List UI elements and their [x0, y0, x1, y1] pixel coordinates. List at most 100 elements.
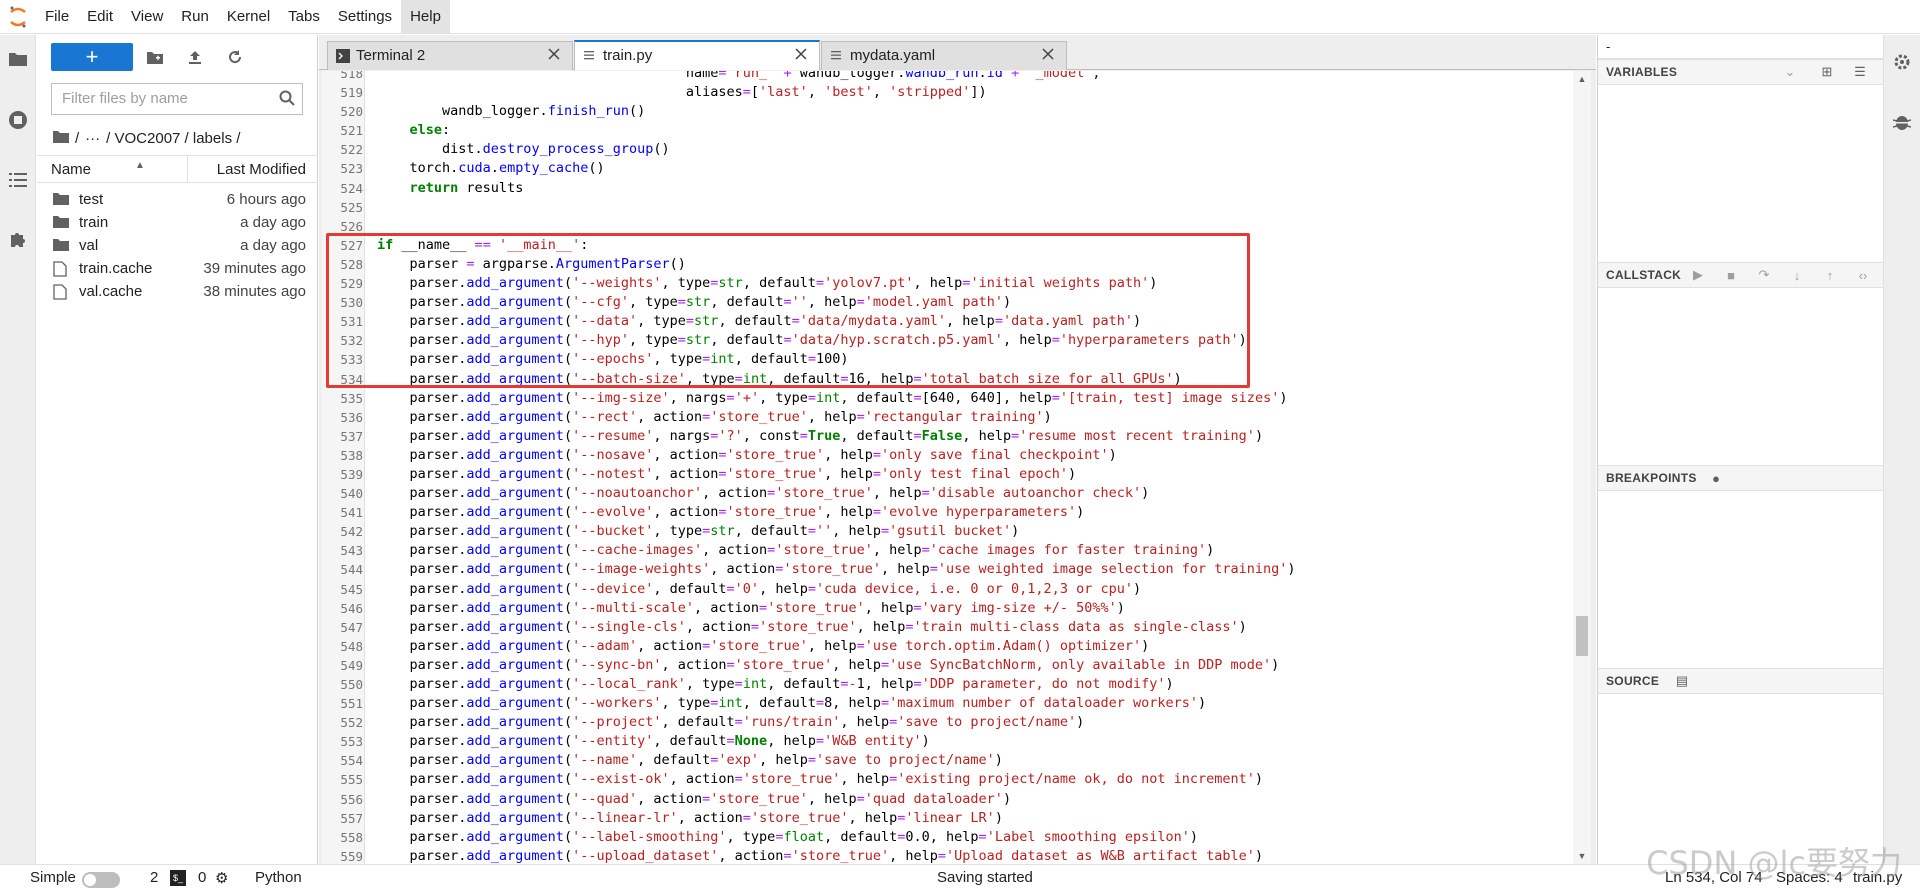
menu-help[interactable]: Help [401, 0, 450, 34]
extensions-icon[interactable] [6, 228, 30, 252]
code-line[interactable]: 544 parser.add_argument('--image-weights… [322, 560, 1572, 579]
code-line[interactable]: 552 parser.add_argument('--project', def… [322, 713, 1572, 732]
code-line[interactable]: 551 parser.add_argument('--workers', typ… [322, 694, 1572, 713]
code-line[interactable]: 543 parser.add_argument('--cache-images'… [322, 541, 1572, 560]
code-line[interactable]: 559 parser.add_argument('--upload_datase… [322, 847, 1572, 864]
code-line[interactable]: 554 parser.add_argument('--name', defaul… [322, 751, 1572, 770]
breakpoints-header[interactable]: BREAKPOINTS ● [1598, 465, 1883, 491]
code-line[interactable]: 520 wandb_logger.finish_run() [322, 102, 1572, 121]
chevron-down-icon[interactable]: ⌄ [1782, 64, 1798, 80]
code-line[interactable]: 549 parser.add_argument('--sync-bn', act… [322, 656, 1572, 675]
code-line[interactable]: 525 [322, 198, 1572, 217]
refresh-icon[interactable] [225, 47, 245, 67]
breadcrumb-ellipsis[interactable]: ··· [85, 130, 100, 147]
variables-header[interactable]: VARIABLES ⌄ ⊞ ☰ [1598, 59, 1883, 85]
tab-mydata-yaml[interactable]: mydata.yaml [821, 41, 1067, 70]
code-line[interactable]: 521 else: [322, 121, 1572, 140]
code-line[interactable]: 558 parser.add_argument('--label-smoothi… [322, 828, 1572, 847]
close-icon[interactable] [548, 47, 562, 61]
file-modified: a day ago [240, 214, 306, 231]
file-filter-input[interactable]: Filter files by name [51, 83, 303, 115]
code-line[interactable]: 536 parser.add_argument('--rect', action… [322, 408, 1572, 427]
status-message: Saving started [937, 869, 1033, 886]
property-inspector-icon[interactable] [1890, 50, 1914, 74]
debugger-bug-icon[interactable] [1890, 110, 1914, 134]
code-line[interactable]: 557 parser.add_argument('--linear-lr', a… [322, 809, 1572, 828]
code-line[interactable]: 538 parser.add_argument('--nosave', acti… [322, 446, 1572, 465]
code-line[interactable]: 545 parser.add_argument('--device', defa… [322, 580, 1572, 599]
code-line[interactable]: 547 parser.add_argument('--single-cls', … [322, 618, 1572, 637]
menu-file[interactable]: File [36, 0, 78, 34]
home-folder-icon[interactable] [53, 130, 69, 147]
open-source-icon[interactable]: ▤ [1674, 673, 1690, 689]
evaluate-code-icon[interactable]: ‹› [1855, 267, 1871, 283]
menu-tabs[interactable]: Tabs [279, 0, 329, 34]
code-line[interactable]: 542 parser.add_argument('--bucket', type… [322, 522, 1572, 541]
code-line[interactable]: 539 parser.add_argument('--notest', acti… [322, 465, 1572, 484]
breadcrumb-root[interactable]: / [75, 130, 79, 147]
code-line[interactable]: 518 name='run_' + wandb_logger.wandb_run… [322, 71, 1572, 83]
code-line[interactable]: 537 parser.add_argument('--resume', narg… [322, 427, 1572, 446]
scroll-thumb[interactable] [1576, 616, 1588, 656]
code-line[interactable]: 541 parser.add_argument('--evolve', acti… [322, 503, 1572, 522]
new-launcher-button[interactable]: + [51, 43, 133, 71]
new-folder-icon[interactable] [145, 47, 165, 67]
step-out-icon[interactable]: ↑ [1822, 267, 1838, 283]
toggle-knob [84, 874, 96, 886]
code-line[interactable]: 553 parser.add_argument('--entity', defa… [322, 732, 1572, 751]
simple-mode-toggle[interactable] [82, 872, 120, 888]
code-line[interactable]: 550 parser.add_argument('--local_rank', … [322, 675, 1572, 694]
jupyter-logo-icon[interactable] [0, 0, 36, 34]
step-in-icon[interactable]: ↓ [1789, 267, 1805, 283]
code-line[interactable]: 548 parser.add_argument('--adam', action… [322, 637, 1572, 656]
column-divider[interactable] [187, 156, 188, 183]
callstack-title: CALLSTACK [1606, 268, 1682, 282]
column-name[interactable]: Name [51, 161, 91, 178]
menu-view[interactable]: View [122, 0, 172, 34]
close-icon[interactable] [795, 47, 809, 61]
tree-view-icon[interactable]: ⊞ [1819, 64, 1835, 80]
step-over-icon[interactable]: ↷ [1756, 267, 1772, 283]
left-sidebar-tabs [0, 35, 36, 864]
table-of-contents-icon[interactable] [6, 168, 30, 192]
file-name: train.cache [79, 260, 153, 277]
code-line[interactable]: 556 parser.add_argument('--quad', action… [322, 790, 1572, 809]
running-kernels-icon[interactable] [6, 108, 30, 132]
code-line[interactable]: 535 parser.add_argument('--img-size', na… [322, 389, 1572, 408]
menu-edit[interactable]: Edit [78, 0, 122, 34]
code-line[interactable]: 522 dist.destroy_process_group() [322, 140, 1572, 159]
code-line[interactable]: 523 torch.cuda.empty_cache() [322, 159, 1572, 178]
code-line[interactable]: 524 return results [322, 179, 1572, 198]
menu-settings[interactable]: Settings [329, 0, 401, 34]
scroll-up-icon[interactable]: ▲ [1577, 74, 1587, 84]
table-view-icon[interactable]: ☰ [1852, 64, 1868, 80]
vertical-scrollbar[interactable]: ▲ ▼ [1573, 71, 1591, 864]
tab-train-py[interactable]: train.py [574, 40, 820, 70]
continue-icon[interactable]: ▶ [1690, 267, 1706, 283]
kernel-count[interactable]: 0 [198, 869, 206, 886]
code-line[interactable]: 555 parser.add_argument('--exist-ok', ac… [322, 770, 1572, 789]
line-number: 544 [340, 562, 363, 578]
language-label[interactable]: Python [255, 869, 302, 886]
code-line[interactable]: 519 aliases=['last', 'best', 'stripped']… [322, 83, 1572, 102]
kernel-status-icon[interactable]: ⚙ [215, 869, 228, 887]
terminal-count[interactable]: 2 [150, 869, 158, 886]
code-line[interactable]: 546 parser.add_argument('--multi-scale',… [322, 599, 1572, 618]
menu-run[interactable]: Run [172, 0, 218, 34]
upload-icon[interactable] [185, 47, 205, 67]
callstack-header[interactable]: CALLSTACK ▶ ■ ↷ ↓ ↑ ‹› [1598, 262, 1883, 288]
tab-terminal-2[interactable]: Terminal 2 [327, 41, 573, 70]
column-last-modified[interactable]: Last Modified [217, 161, 306, 178]
terminate-icon[interactable]: ■ [1723, 267, 1739, 283]
terminal-status-icon[interactable]: $_ [170, 870, 186, 886]
code-line[interactable]: 540 parser.add_argument('--noautoanchor'… [322, 484, 1572, 503]
source-header[interactable]: SOURCE ▤ [1598, 668, 1883, 694]
code-editor[interactable]: 518 name='run_' + wandb_logger.wandb_run… [322, 71, 1591, 864]
remove-breakpoints-icon[interactable]: ● [1708, 470, 1724, 486]
close-icon[interactable] [1042, 47, 1056, 61]
breadcrumb-path[interactable]: / VOC2007 / labels / [106, 130, 240, 147]
folder-icon[interactable] [6, 47, 30, 71]
file-row-val-cache[interactable]: val.cache 38 minutes ago [37, 278, 318, 306]
scroll-down-icon[interactable]: ▼ [1577, 851, 1587, 861]
menu-kernel[interactable]: Kernel [218, 0, 279, 34]
